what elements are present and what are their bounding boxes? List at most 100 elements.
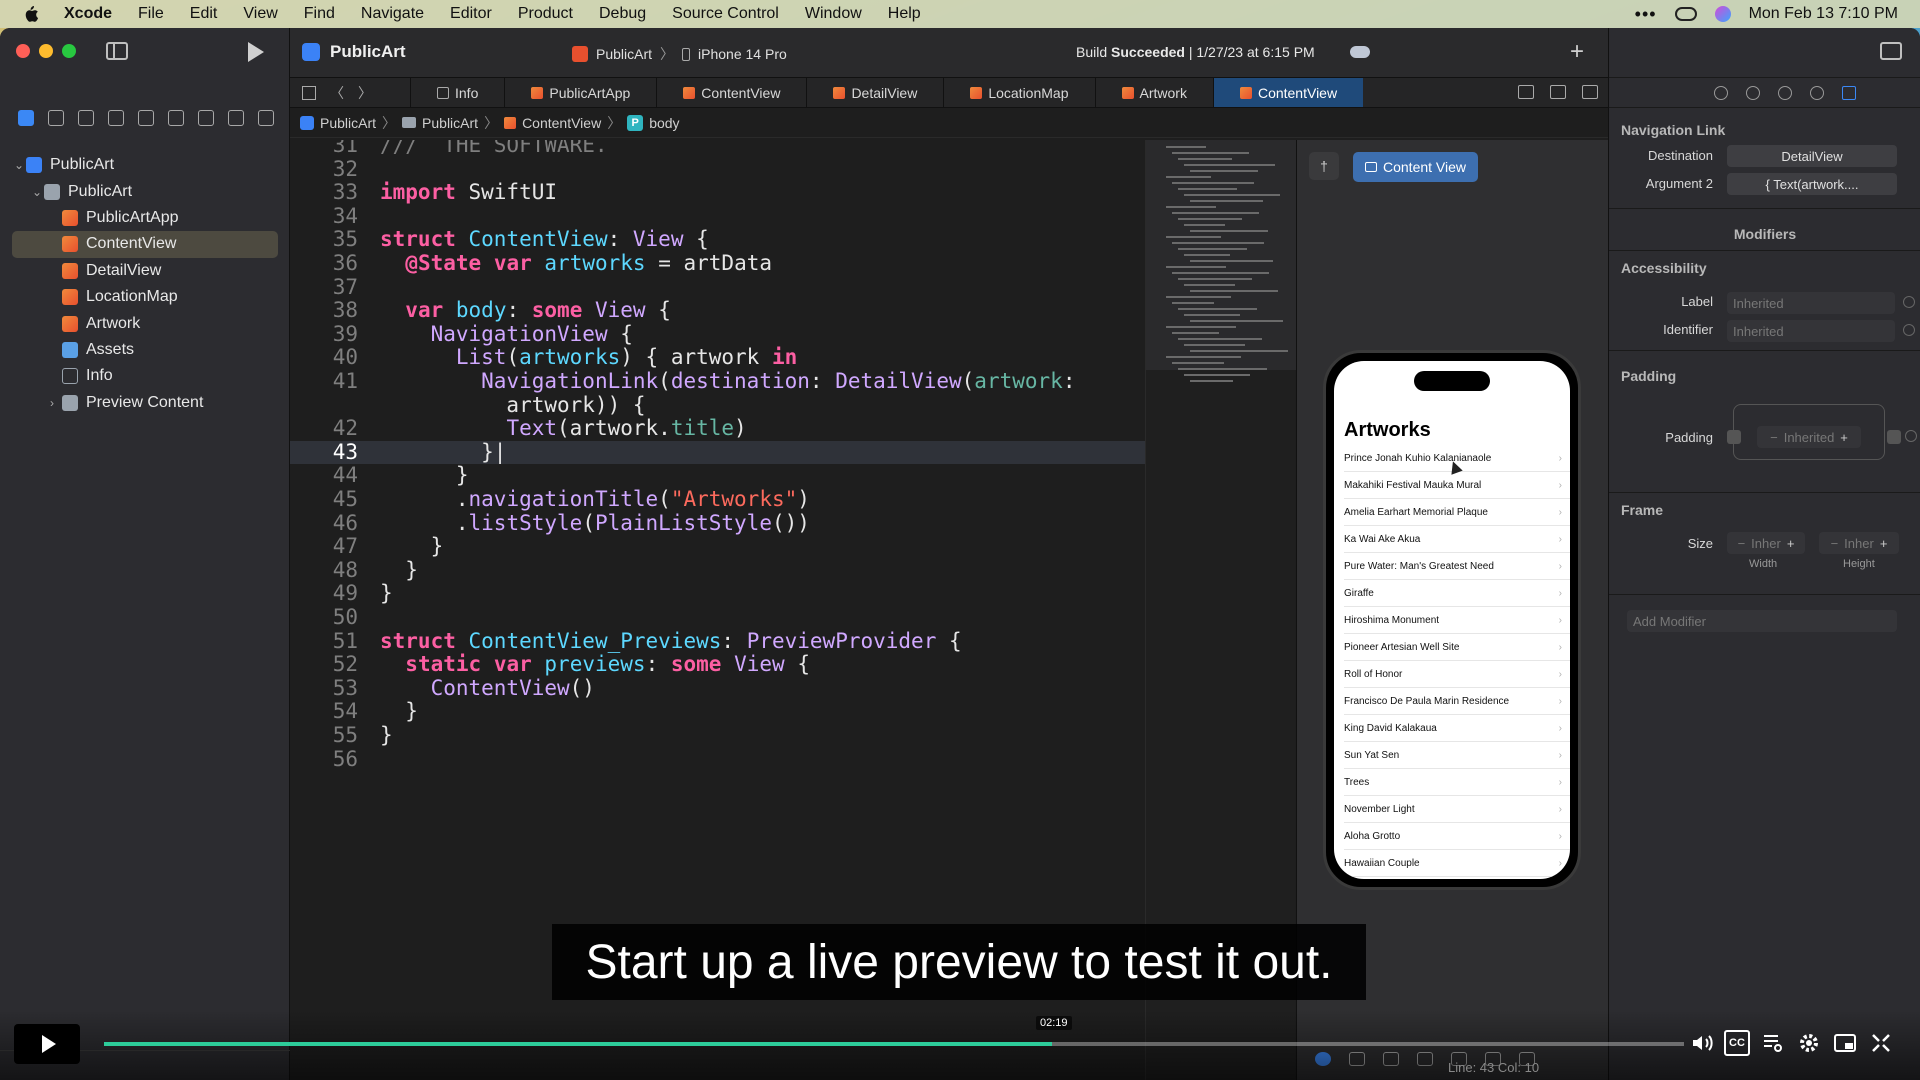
minus-icon[interactable]: − (1738, 536, 1746, 551)
attributes-inspector-icon[interactable] (1841, 85, 1856, 100)
code-line[interactable]: 44 } (290, 464, 1145, 488)
code-line[interactable]: 51 struct ContentView_Previews: PreviewPr… (290, 629, 1145, 654)
argument-field[interactable]: { Text(artwork.... (1727, 173, 1897, 195)
tab-publicartapp[interactable]: PublicArtApp (504, 78, 656, 107)
code-line[interactable]: 54 } (290, 700, 1145, 724)
chevron-down-icon[interactable]: ⌄ (32, 185, 44, 199)
code-line[interactable]: 46 .listStyle(PlainListStyle()) (290, 511, 1145, 536)
code-line[interactable]: 32 (290, 157, 1145, 182)
padding-stepper[interactable]: − Inherited + (1757, 426, 1861, 448)
navigator-item-assets[interactable]: Assets (0, 337, 290, 363)
breadcrumb-file[interactable]: ContentView (522, 115, 601, 131)
code-line[interactable]: 47 } (290, 535, 1145, 559)
tab-info[interactable]: Info (410, 78, 504, 107)
menu-file[interactable]: File (138, 5, 164, 23)
settings-icon[interactable] (1796, 1030, 1822, 1056)
plus-icon[interactable]: + (1787, 536, 1795, 551)
artwork-row[interactable]: Amelia Earhart Memorial Plaque › (1344, 499, 1570, 526)
artwork-row[interactable]: Hawaiian Couple › (1344, 850, 1570, 877)
navigator-item-contentview[interactable]: ContentView (12, 231, 278, 258)
related-items-icon[interactable] (1518, 85, 1534, 99)
code-line[interactable]: 35 struct ContentView: View { (290, 228, 1145, 252)
code-line[interactable]: 31 /// THE SOFTWARE. (290, 140, 1145, 158)
artwork-row[interactable]: Francisco De Paula Marin Residence › (1344, 688, 1570, 715)
menubar-clock[interactable]: Mon Feb 13 7:10 PM (1749, 5, 1898, 23)
artwork-row[interactable]: Sun Yat Sen › (1344, 742, 1570, 769)
file-inspector-icon[interactable] (1713, 85, 1728, 100)
tab-artwork[interactable]: Artwork (1094, 78, 1213, 107)
plus-icon[interactable]: + (1840, 430, 1848, 445)
artwork-row[interactable]: King David Kalakaua › (1344, 715, 1570, 742)
back-icon[interactable]: 〈 (330, 83, 344, 103)
apple-icon[interactable] (22, 5, 40, 23)
navigator-item-preview-content[interactable]: › Preview Content (0, 390, 290, 416)
code-line[interactable]: 33 import SwiftUI (290, 180, 1145, 205)
navigator-item-artwork[interactable]: Artwork (0, 310, 290, 336)
find-navigator-icon[interactable] (108, 110, 124, 126)
code-line[interactable]: 49} (290, 582, 1145, 606)
code-line[interactable]: 40 List(artworks) { artwork in (290, 346, 1145, 370)
control-center-icon[interactable] (1674, 7, 1697, 21)
minimize-window-button[interactable] (39, 44, 53, 58)
device-screen[interactable]: Artworks Prince Jonah Kuhio Kalanianaole… (1334, 361, 1570, 879)
tab-contentview[interactable]: ContentView (1212, 78, 1364, 107)
tab-locationmap[interactable]: LocationMap (943, 78, 1094, 107)
artwork-row[interactable]: Giraffe › (1344, 580, 1570, 607)
menu-window[interactable]: Window (805, 5, 862, 23)
pin-icon[interactable]: † (1309, 152, 1339, 180)
help-inspector-icon[interactable] (1777, 85, 1792, 100)
preview-selector-button[interactable]: Content View (1353, 152, 1479, 182)
plus-icon[interactable]: + (1880, 536, 1888, 551)
closed-captions-icon[interactable]: CC (1724, 1030, 1750, 1056)
code-line[interactable]: 39 NavigationView { (290, 322, 1145, 347)
tab-detailview[interactable]: DetailView (806, 78, 943, 107)
padding-checkbox[interactable] (1727, 430, 1741, 444)
chevron-down-icon[interactable]: ⌄ (14, 158, 26, 172)
symbol-navigator-icon[interactable] (78, 110, 94, 126)
navigator-item-publicart[interactable]: ⌄ PublicArt (0, 152, 290, 178)
fullscreen-icon[interactable] (1868, 1030, 1894, 1056)
code-line[interactable]: artwork)) { (290, 393, 1145, 418)
identifier-field[interactable]: Inherited (1727, 320, 1895, 342)
menu-find[interactable]: Find (304, 5, 335, 23)
artwork-row[interactable]: Roll of Honor › (1344, 661, 1570, 688)
menu-navigate[interactable]: Navigate (361, 5, 424, 23)
project-navigator-icon[interactable] (18, 110, 34, 126)
sidebar-toggle-icon[interactable] (106, 42, 128, 60)
artwork-row[interactable]: Hiroshima Monument › (1344, 607, 1570, 634)
tab-contentview[interactable]: ContentView (656, 78, 806, 107)
artwork-row[interactable]: Pure Water: Man's Greatest Need › (1344, 553, 1570, 580)
minus-icon[interactable]: − (1831, 536, 1839, 551)
artwork-row[interactable]: Trees › (1344, 769, 1570, 796)
menu-app-name[interactable]: Xcode (64, 5, 112, 23)
artwork-row[interactable]: Ka Wai Ake Akua › (1344, 526, 1570, 553)
code-line[interactable]: 52 static var previews: some View { (290, 652, 1145, 677)
menu-help[interactable]: Help (888, 5, 921, 23)
artwork-row[interactable]: Aloha Grotto › (1344, 823, 1570, 850)
height-stepper[interactable]: − Inher + (1819, 532, 1899, 554)
close-window-button[interactable] (16, 44, 30, 58)
scheme-selector[interactable]: PublicArt 〉 iPhone 14 Pro (572, 44, 787, 64)
video-progress-bar[interactable]: 02:19 (104, 1016, 1684, 1046)
breadcrumb-symbol[interactable]: body (649, 115, 679, 131)
navigator-item-info[interactable]: Info (0, 363, 290, 389)
code-line[interactable]: 50 (290, 605, 1145, 630)
picture-in-picture-icon[interactable] (1832, 1030, 1858, 1056)
accessibility-label-field[interactable]: Inherited (1727, 292, 1895, 314)
transcript-icon[interactable] (1760, 1030, 1786, 1056)
code-line[interactable]: 34 (290, 204, 1145, 229)
forward-icon[interactable]: 〉 (358, 83, 372, 103)
code-line[interactable]: 42 Text(artwork.title) (290, 416, 1145, 441)
menu-view[interactable]: View (243, 5, 277, 23)
code-line[interactable]: 41 NavigationLink(destination: DetailVie… (290, 369, 1145, 394)
chevron-right-icon[interactable]: › (50, 396, 62, 410)
inspector-toggle-icon[interactable] (1880, 42, 1902, 60)
menu-editor[interactable]: Editor (450, 5, 492, 23)
siri-icon[interactable] (1714, 6, 1731, 22)
split-editor-icon[interactable] (1582, 85, 1598, 99)
artwork-row[interactable]: Pioneer Artesian Well Site › (1344, 634, 1570, 661)
code-line[interactable]: 48 } (290, 558, 1145, 583)
editor-options-icon[interactable] (1550, 85, 1566, 99)
code-line[interactable]: 37 (290, 275, 1145, 300)
menu-source-control[interactable]: Source Control (672, 5, 779, 23)
